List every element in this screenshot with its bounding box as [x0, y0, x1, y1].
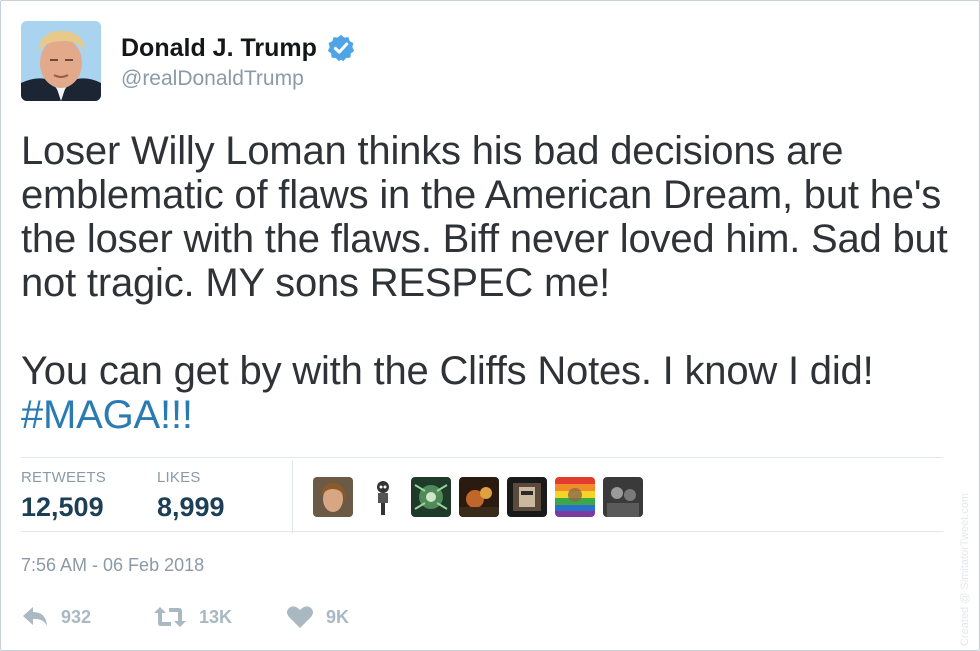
- retweets-stat[interactable]: RETWEETS 12,509: [21, 469, 106, 523]
- tweet-paragraph-1: Loser Willy Loman thinks his bad decisio…: [21, 129, 948, 305]
- liker-avatar-4[interactable]: [459, 477, 499, 517]
- author-handle[interactable]: @realDonaldTrump: [121, 67, 356, 91]
- like-button[interactable]: 9K: [286, 601, 349, 633]
- tweet-text: Loser Willy Loman thinks his bad decisio…: [21, 129, 961, 437]
- hashtag-link[interactable]: #MAGA!!!: [21, 393, 193, 437]
- verified-badge-icon: [326, 33, 356, 63]
- tweet-paragraph-2: You can get by with the Cliffs Notes. I …: [21, 349, 961, 437]
- liker-avatar-5[interactable]: [507, 477, 547, 517]
- tweet-card: Donald J. Trump @realDonaldTrump Loser W…: [0, 0, 980, 651]
- stats-divider: [292, 460, 293, 534]
- heart-icon: [286, 605, 314, 629]
- author-photo: [21, 21, 101, 101]
- likes-stat[interactable]: LIKES 8,999: [157, 469, 225, 523]
- likes-count: 8,999: [157, 492, 225, 522]
- liker-avatar-2[interactable]: [363, 477, 403, 517]
- retweet-icon: [153, 605, 187, 629]
- liker-avatar-6[interactable]: [555, 477, 595, 517]
- retweet-count: 13K: [199, 606, 233, 627]
- liker-avatar-1[interactable]: [313, 477, 353, 517]
- liker-avatar-7[interactable]: [603, 477, 643, 517]
- watermark: Created @ SimitatorTweet.com: [959, 493, 971, 646]
- retweet-button[interactable]: 13K: [153, 601, 232, 633]
- reply-button[interactable]: 932: [21, 601, 91, 633]
- likes-label: LIKES: [157, 469, 201, 486]
- retweets-count: 12,509: [21, 492, 104, 522]
- like-count: 9K: [326, 606, 350, 627]
- retweets-label: RETWEETS: [21, 469, 106, 486]
- reply-count: 932: [61, 606, 92, 627]
- reply-icon: [21, 605, 49, 629]
- divider-bottom: [21, 531, 943, 532]
- author-avatar[interactable]: [21, 21, 101, 101]
- author-names: Donald J. Trump @realDonaldTrump: [121, 33, 356, 91]
- tweet-paragraph-2-text: You can get by with the Cliffs Notes. I …: [21, 349, 874, 393]
- liker-avatar-3[interactable]: [411, 477, 451, 517]
- author-display-name[interactable]: Donald J. Trump: [121, 34, 317, 63]
- tweet-timestamp[interactable]: 7:56 AM - 06 Feb 2018: [21, 555, 204, 576]
- divider-top: [21, 457, 943, 458]
- tweet-stats: RETWEETS 12,509 LIKES 8,999: [21, 460, 943, 534]
- tweet-header: Donald J. Trump @realDonaldTrump: [21, 21, 621, 103]
